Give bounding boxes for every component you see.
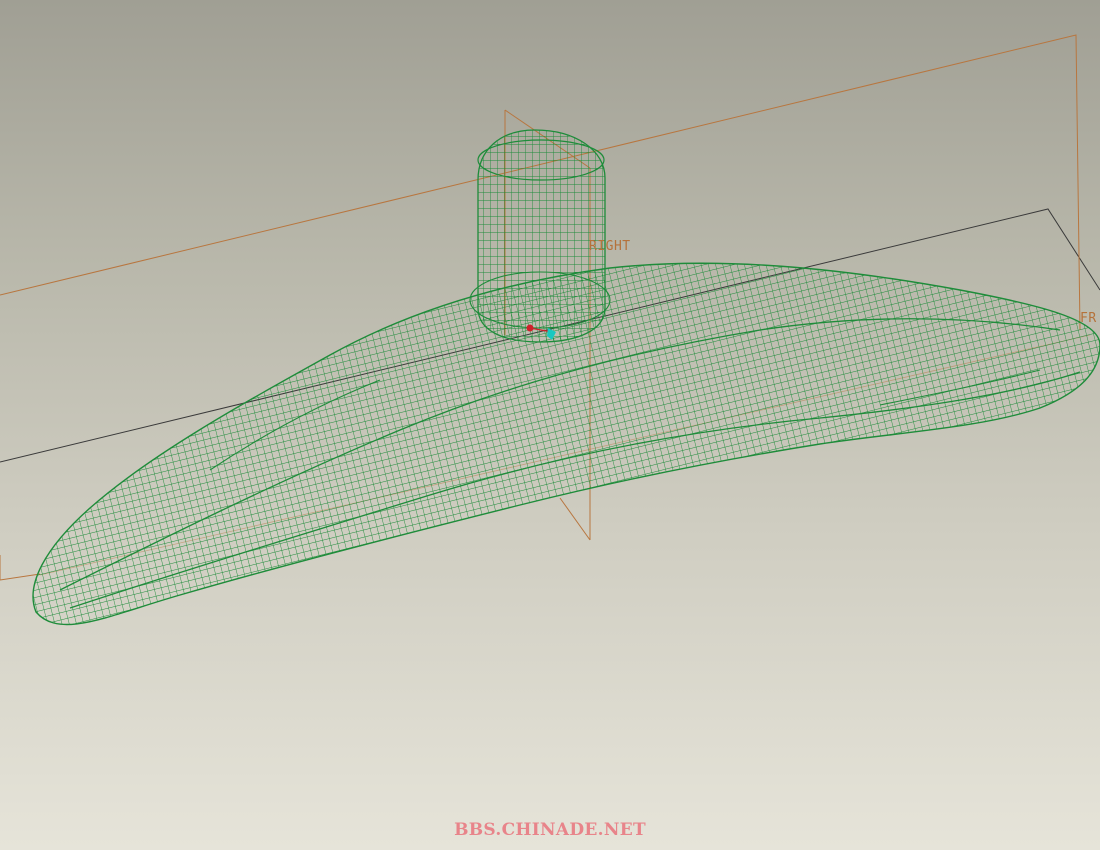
x-axis-point bbox=[526, 324, 534, 332]
model-scene[interactable]: RIGHT FR bbox=[0, 0, 1100, 850]
hanger-post-surface bbox=[477, 129, 606, 343]
hanger-mesh[interactable] bbox=[32, 129, 1100, 626]
watermark: BBS.CHINADE.NET bbox=[454, 820, 646, 840]
cad-3d-viewport[interactable]: RIGHT FR BBS.CHINADE.NET bbox=[0, 0, 1100, 850]
datum-plane-right-bottom-edge bbox=[559, 497, 591, 541]
datum-plane-front-lower-edge bbox=[0, 573, 41, 581]
datum-label-right[interactable]: RIGHT bbox=[589, 239, 631, 254]
datum-label-front[interactable]: FR bbox=[1080, 311, 1097, 326]
